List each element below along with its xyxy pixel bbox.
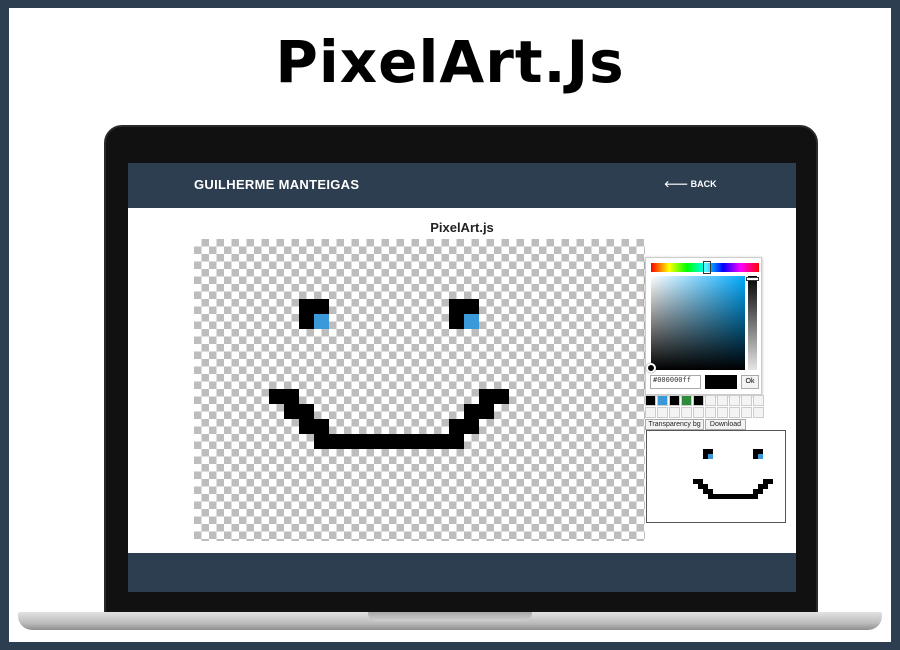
drawn-pixel[interactable] [299, 404, 314, 419]
footer-bar [128, 553, 796, 592]
drawn-pixel[interactable] [314, 314, 329, 329]
brand-name[interactable]: GUILHERME MANTEIGAS [194, 177, 359, 192]
preview-pixel [768, 479, 773, 484]
drawn-pixel[interactable] [494, 389, 509, 404]
palette-swatch[interactable] [729, 407, 740, 418]
drawn-pixel[interactable] [464, 419, 479, 434]
drawn-pixel[interactable] [284, 389, 299, 404]
palette-swatch[interactable] [681, 407, 692, 418]
palette-swatch[interactable] [705, 395, 716, 406]
preview-pixel [708, 454, 713, 459]
palette-swatch[interactable] [657, 407, 668, 418]
palette-swatch[interactable] [645, 395, 656, 406]
drawn-pixel[interactable] [404, 434, 419, 449]
back-link[interactable]: 🡐 BACK [664, 179, 717, 190]
drawn-pixel[interactable] [314, 299, 329, 314]
transparency-bg-button[interactable]: Transparency bg [645, 419, 704, 430]
palette-swatch[interactable] [717, 395, 728, 406]
color-picker: #000000ff Ok [645, 257, 762, 395]
preview-pixel [753, 494, 758, 499]
drawn-pixel[interactable] [479, 404, 494, 419]
palette-swatch[interactable] [693, 407, 704, 418]
drawn-pixel[interactable] [314, 434, 329, 449]
drawn-pixel[interactable] [464, 314, 479, 329]
drawn-pixel[interactable] [464, 299, 479, 314]
palette-swatch[interactable] [753, 395, 764, 406]
hero-title: PixelArt.Js [275, 28, 625, 96]
top-navbar: GUILHERME MANTEIGAS 🡐 BACK [128, 163, 796, 208]
palette-swatch[interactable] [705, 407, 716, 418]
current-color-swatch [705, 375, 737, 389]
drawn-pixel[interactable] [449, 419, 464, 434]
app-title: PixelArt.js [430, 220, 494, 235]
drawn-pixel[interactable] [299, 299, 314, 314]
palette-swatch[interactable] [753, 407, 764, 418]
drawn-pixel[interactable] [479, 389, 494, 404]
drawn-pixel[interactable] [449, 314, 464, 329]
drawn-pixel[interactable] [269, 389, 284, 404]
palette-swatch[interactable] [729, 395, 740, 406]
preview-pixel [763, 484, 768, 489]
palette-swatch[interactable] [681, 395, 692, 406]
drawn-pixel[interactable] [299, 314, 314, 329]
palette-swatch[interactable] [645, 407, 656, 418]
saturation-handle[interactable] [646, 363, 656, 373]
drawn-pixel[interactable] [464, 404, 479, 419]
drawn-pixel[interactable] [284, 404, 299, 419]
palette-swatch[interactable] [657, 395, 668, 406]
drawn-pixel[interactable] [434, 434, 449, 449]
palette-swatch[interactable] [741, 395, 752, 406]
drawn-pixel[interactable] [329, 434, 344, 449]
drawn-pixel[interactable] [374, 434, 389, 449]
color-palette [645, 395, 764, 419]
alpha-handle[interactable] [746, 277, 759, 281]
palette-swatch[interactable] [693, 395, 704, 406]
palette-swatch[interactable] [669, 407, 680, 418]
pixel-canvas[interactable] [194, 239, 645, 541]
drawn-pixel[interactable] [449, 434, 464, 449]
hue-handle[interactable] [703, 261, 711, 274]
drawn-pixel[interactable] [299, 419, 314, 434]
preview-pixel [758, 454, 763, 459]
ok-button[interactable]: Ok [741, 375, 759, 389]
hex-color-input[interactable]: #000000ff [650, 375, 701, 389]
saturation-area[interactable] [651, 276, 745, 370]
drawn-pixel[interactable] [449, 299, 464, 314]
drawn-pixel[interactable] [314, 419, 329, 434]
drawn-pixel[interactable] [419, 434, 434, 449]
palette-swatch[interactable] [717, 407, 728, 418]
drawn-pixel[interactable] [344, 434, 359, 449]
drawn-pixel[interactable] [359, 434, 374, 449]
laptop-screen: GUILHERME MANTEIGAS 🡐 BACK PixelArt.js #… [128, 163, 796, 592]
palette-swatch[interactable] [741, 407, 752, 418]
laptop-notch [368, 612, 532, 621]
preview-thumbnail [646, 430, 786, 523]
palette-swatch[interactable] [669, 395, 680, 406]
download-button[interactable]: Download [705, 419, 746, 430]
alpha-slider[interactable] [748, 276, 757, 370]
drawn-pixel[interactable] [389, 434, 404, 449]
preview-pixel [758, 489, 763, 494]
